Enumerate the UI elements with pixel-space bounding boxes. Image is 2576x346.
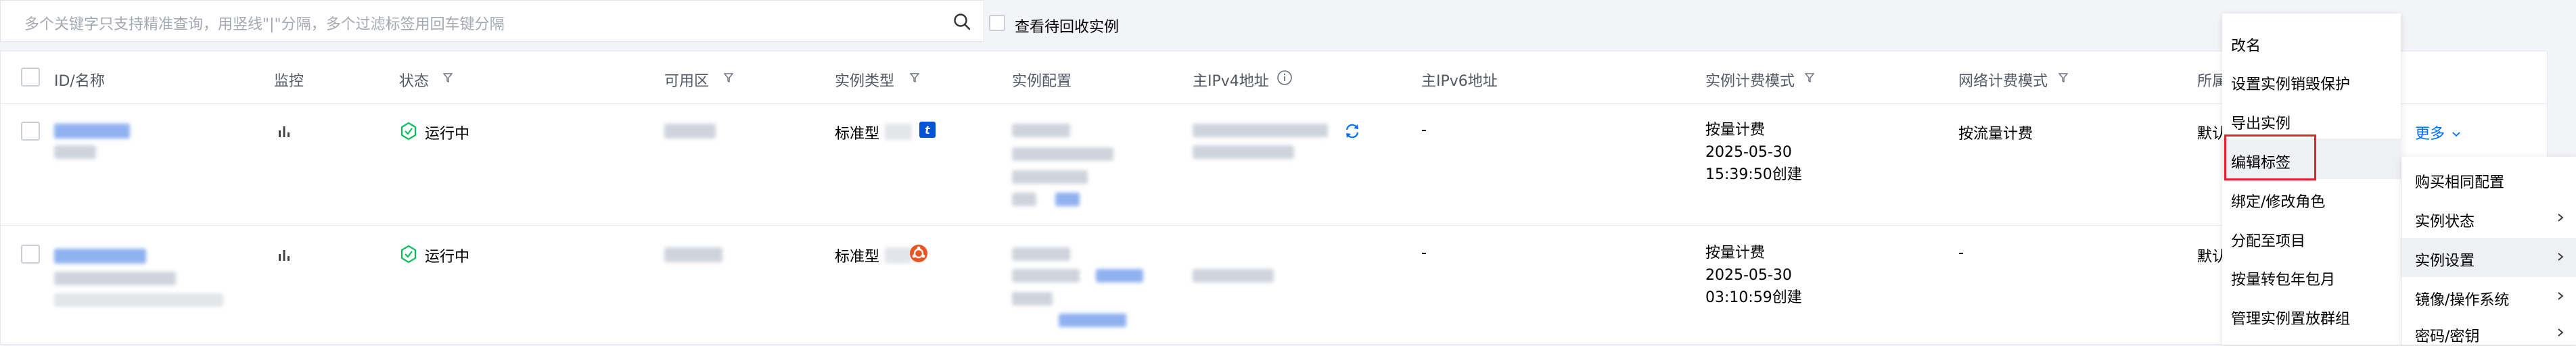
created-date: 2025-05-30	[1705, 267, 1792, 284]
row-checkbox[interactable]	[21, 122, 40, 141]
created-time: 15:39:50创建	[1705, 166, 1802, 183]
instance-type-text: 标准型	[835, 126, 880, 143]
table-row	[0, 103, 2548, 226]
config-line	[1012, 124, 1070, 137]
highlight-box	[2224, 134, 2316, 180]
submenu-item-instance-status[interactable]: 实例状态	[2415, 209, 2475, 231]
status-text: 运行中	[425, 249, 470, 266]
header-ipv4: 主IPv4地址	[1193, 73, 1269, 90]
submenu-item-password-key[interactable]: 密码/密钥	[2415, 324, 2479, 346]
config-link[interactable]	[1059, 314, 1126, 327]
ipv4-private	[1193, 269, 1274, 282]
instance-name-extra	[54, 293, 223, 307]
chevron-right-icon	[2558, 253, 2564, 261]
recycle-label: 查看待回收实例	[1015, 19, 1120, 36]
ipv4-private	[1193, 145, 1294, 159]
header-ipv6: 主IPv6地址	[1421, 73, 1498, 90]
network-billing-value: -	[1958, 245, 1964, 262]
header-instance-type[interactable]: 实例类型	[835, 69, 894, 91]
header-billing[interactable]: 实例计费模式	[1705, 69, 1795, 91]
monitor-icon[interactable]	[276, 247, 292, 264]
header-status[interactable]: 状态	[399, 69, 429, 91]
os-tencentos-icon: t	[919, 122, 936, 138]
ipv4-public	[1193, 124, 1328, 137]
running-status-icon	[400, 122, 417, 141]
instance-name	[54, 272, 176, 285]
row-checkbox[interactable]	[21, 245, 40, 264]
filter-icon[interactable]	[910, 73, 919, 82]
submenu-item-image-os[interactable]: 镜像/操作系统	[2415, 288, 2509, 310]
config-line	[1012, 247, 1070, 261]
header-network-billing[interactable]: 网络计费模式	[1958, 69, 2048, 91]
chevron-right-icon	[2558, 328, 2564, 337]
instance-type-detail	[885, 247, 912, 264]
config-line	[1012, 147, 1113, 161]
running-status-icon	[400, 245, 417, 264]
zone-value	[664, 247, 722, 262]
header-config: 实例配置	[1012, 73, 1072, 90]
chevron-down-icon	[2452, 132, 2460, 137]
header-zone[interactable]: 可用区	[664, 69, 709, 91]
created-date: 2025-05-30	[1705, 144, 1792, 161]
config-line	[1012, 170, 1088, 184]
filter-icon[interactable]	[1805, 73, 1814, 82]
more-label: 更多	[2415, 126, 2445, 143]
network-billing-value: 按流量计费	[1958, 126, 2033, 143]
zone-value	[664, 124, 716, 139]
created-time: 03:10:59创建	[1705, 289, 1802, 306]
select-all-checkbox[interactable]	[21, 68, 40, 86]
menu-item-to-monthly[interactable]: 按量转包年包月	[2231, 268, 2335, 289]
filter-icon[interactable]	[724, 73, 733, 82]
table-header	[0, 51, 2548, 104]
more-actions-link[interactable]: 更多	[2415, 122, 2461, 143]
monitor-icon[interactable]	[276, 124, 292, 140]
status-text: 运行中	[425, 126, 470, 143]
menu-item-export[interactable]: 导出实例	[2231, 112, 2291, 133]
menu-item-destroy-protection[interactable]: 设置实例销毁保护	[2231, 72, 2350, 94]
submenu-item-instance-settings[interactable]: 实例设置	[2415, 249, 2475, 270]
billing-mode: 按量计费	[1705, 245, 1766, 262]
header-id-name[interactable]: ID/名称	[54, 69, 105, 91]
menu-item-placement-group[interactable]: 管理实例置放群组	[2231, 307, 2350, 328]
config-link[interactable]	[1055, 193, 1080, 206]
instance-name	[54, 145, 96, 159]
info-icon[interactable]	[1276, 70, 1293, 86]
instance-id-link[interactable]	[54, 249, 146, 264]
chevron-right-icon	[2558, 214, 2564, 222]
refresh-ip-icon[interactable]	[1343, 122, 1362, 141]
scroll-strip	[2548, 51, 2576, 157]
chevron-right-icon	[2558, 292, 2564, 300]
recycle-checkbox[interactable]	[989, 15, 1005, 31]
os-ubuntu-icon	[910, 245, 927, 262]
config-line	[1012, 269, 1080, 282]
config-line	[1012, 193, 1036, 206]
config-link[interactable]	[1096, 269, 1143, 282]
search-icon[interactable]	[952, 12, 971, 31]
header-monitor: 监控	[274, 73, 304, 90]
submenu-item-buy-same[interactable]: 购买相同配置	[2415, 170, 2504, 192]
instance-type-detail	[885, 124, 912, 140]
svg-text:t: t	[925, 124, 931, 137]
ipv6-value: -	[1421, 122, 1427, 139]
menu-item-bind-role[interactable]: 绑定/修改角色	[2231, 190, 2325, 212]
menu-item-rename[interactable]: 改名	[2231, 34, 2261, 55]
instance-type-text: 标准型	[835, 249, 880, 266]
filter-icon[interactable]	[2058, 73, 2068, 82]
ipv6-value: -	[1421, 245, 1427, 262]
billing-mode: 按量计费	[1705, 122, 1766, 139]
menu-item-assign-project[interactable]: 分配至项目	[2231, 229, 2305, 251]
instance-id-link[interactable]	[54, 124, 130, 139]
filter-icon[interactable]	[443, 73, 453, 82]
search-input[interactable]: 多个关键字只支持精准查询，用竖线"|"分隔，多个过滤标签用回车键分隔	[24, 12, 505, 34]
config-line	[1012, 292, 1053, 305]
